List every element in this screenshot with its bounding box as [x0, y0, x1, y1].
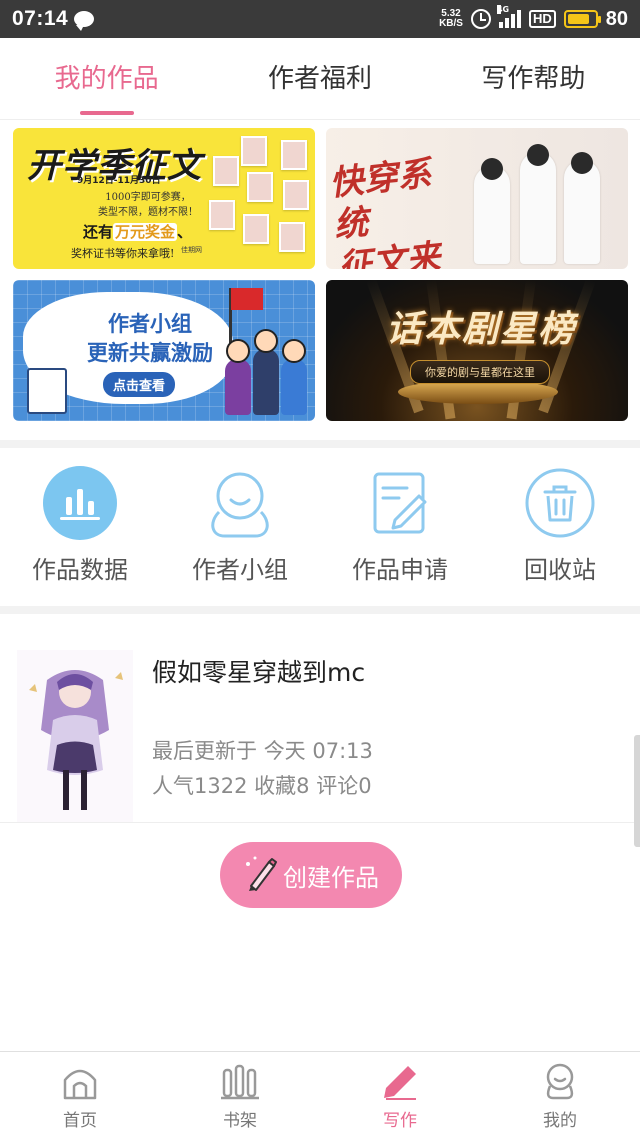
tab-label: 写作帮助 — [481, 64, 586, 94]
profile-icon — [541, 1062, 579, 1104]
work-title: 假如零星穿越到mc — [152, 658, 366, 687]
banner-characters-illustration — [466, 136, 616, 264]
banner-title: 快穿系统 征文来了 — [328, 150, 475, 269]
quick-actions: 作品数据 作者小组 作品申请 回收站 — [0, 450, 640, 606]
work-cover-image — [17, 650, 133, 822]
banner-view-button: 点击查看 — [103, 372, 176, 397]
banner-brand: 佳期网 — [181, 246, 202, 254]
action-author-group[interactable]: 作者小组 — [160, 450, 320, 606]
action-label: 作品申请 — [352, 556, 448, 584]
stat-comments: 评论0 — [316, 774, 372, 798]
person-icon — [203, 466, 277, 540]
side-drawer-handle[interactable] — [634, 735, 640, 847]
banner-title: 作者小组 更新共赢激励 — [87, 310, 213, 368]
updated-label: 最后更新于 — [152, 739, 257, 763]
status-bar: 07:14 5.32 KB/S 4G HD 80 — [0, 0, 640, 38]
nav-profile[interactable]: 我的 — [480, 1052, 640, 1138]
edit-document-icon — [363, 466, 437, 540]
trash-icon — [523, 466, 597, 540]
nav-label: 写作 — [383, 1111, 417, 1131]
banner-date: 9月12日-11月30日 — [77, 176, 161, 186]
stat-favorites: 收藏8 — [254, 774, 310, 798]
banner-subtitle: 你爱的剧与星都在这里 — [410, 360, 550, 384]
tab-author-benefits[interactable]: 作者福利 — [213, 38, 426, 119]
banner-grid: 开学季征文 9月12日-11月30日 1000字即可参赛， 类型不限，题材不限！… — [13, 128, 628, 424]
banner-title-line: 快穿系统 — [327, 153, 434, 246]
top-tabs: 我的作品 作者福利 写作帮助 — [0, 38, 640, 120]
bottom-navigation: 首页 书架 写作 我的 — [0, 1051, 640, 1138]
pencil-icon — [243, 854, 277, 896]
home-icon — [61, 1062, 99, 1104]
banner-description: 1000字即可参赛， 类型不限，题材不限！ — [93, 190, 203, 220]
prize-suffix: 、 — [177, 223, 193, 241]
action-label: 作品数据 — [32, 556, 128, 584]
status-time: 07:14 — [12, 7, 69, 30]
banner-trophy-text: 奖杯证书等你来拿哦! — [71, 247, 175, 260]
banner-quick-transmigration-contest[interactable]: 快穿系统 征文来了 — [326, 128, 628, 269]
section-divider — [0, 606, 640, 614]
prize-prefix: 还有 — [83, 223, 114, 241]
action-work-data[interactable]: 作品数据 — [0, 450, 160, 606]
nav-label: 我的 — [543, 1111, 577, 1131]
bar-chart-icon — [43, 466, 117, 540]
tab-label: 作者福利 — [267, 64, 372, 94]
chat-notification-icon — [74, 11, 95, 31]
nav-bookshelf[interactable]: 书架 — [160, 1052, 320, 1138]
battery-percentage: 80 — [605, 7, 628, 30]
updated-time: 今天 07:13 — [263, 739, 373, 763]
signal-type-label: 4G — [496, 5, 510, 14]
tab-label: 我的作品 — [54, 64, 159, 94]
flag-icon — [231, 288, 263, 310]
banner-drama-star-ranking[interactable]: 话本剧星榜 你爱的剧与星都在这里 — [326, 280, 628, 421]
stat-popularity: 人气1322 — [152, 774, 248, 798]
clipboard-icon — [27, 368, 67, 414]
banner-author-group-incentive[interactable]: 作者小组 更新共赢激励 点击查看 — [13, 280, 315, 421]
action-label: 回收站 — [524, 556, 596, 584]
alarm-icon — [470, 9, 491, 29]
pencil-icon — [380, 1062, 420, 1104]
nav-home[interactable]: 首页 — [0, 1052, 160, 1138]
work-last-updated: 最后更新于 今天 07:13 — [152, 735, 373, 765]
section-divider — [0, 440, 640, 448]
create-work-label: 创建作品 — [283, 863, 379, 892]
network-speed: 5.32 KB/S — [439, 9, 463, 29]
banner-prize: 还有 万元奖金、 — [83, 221, 192, 242]
banner-line: 类型不限，题材不限！ — [98, 207, 198, 218]
tab-writing-help[interactable]: 写作帮助 — [427, 38, 640, 119]
action-label: 作者小组 — [192, 556, 288, 584]
status-indicators: 5.32 KB/S 4G HD 80 — [439, 5, 628, 31]
work-list-item[interactable]: 假如零星穿越到mc 最后更新于 今天 07:13 人气1322 收藏8 评论0 — [0, 615, 640, 823]
create-work-button[interactable]: 创建作品 — [220, 842, 402, 908]
tab-active-indicator — [79, 111, 134, 115]
battery-icon — [563, 10, 601, 28]
nav-write[interactable]: 写作 — [320, 1052, 480, 1138]
banner-title-line: 更新共赢激励 — [87, 341, 213, 365]
banner-title-line: 作者小组 — [108, 312, 192, 336]
action-recycle-bin[interactable]: 回收站 — [480, 450, 640, 606]
tab-my-works[interactable]: 我的作品 — [0, 38, 213, 119]
banner-title: 话本剧星榜 — [386, 309, 577, 350]
signal-icon: 4G — [496, 5, 521, 28]
nav-label: 首页 — [63, 1111, 97, 1131]
bookshelf-icon — [220, 1062, 260, 1104]
photo-collage — [203, 136, 309, 261]
hd-icon: HD — [528, 10, 556, 28]
nav-label: 书架 — [223, 1111, 257, 1131]
banner-back-to-school-contest[interactable]: 开学季征文 9月12日-11月30日 1000字即可参赛， 类型不限，题材不限！… — [13, 128, 315, 269]
work-stats: 人气1322 收藏8 评论0 — [152, 770, 372, 800]
action-work-application[interactable]: 作品申请 — [320, 450, 480, 606]
network-speed-unit: KB/S — [439, 18, 463, 29]
prize-highlight: 万元奖金 — [113, 223, 178, 241]
banner-line: 1000字即可参赛， — [105, 192, 191, 203]
